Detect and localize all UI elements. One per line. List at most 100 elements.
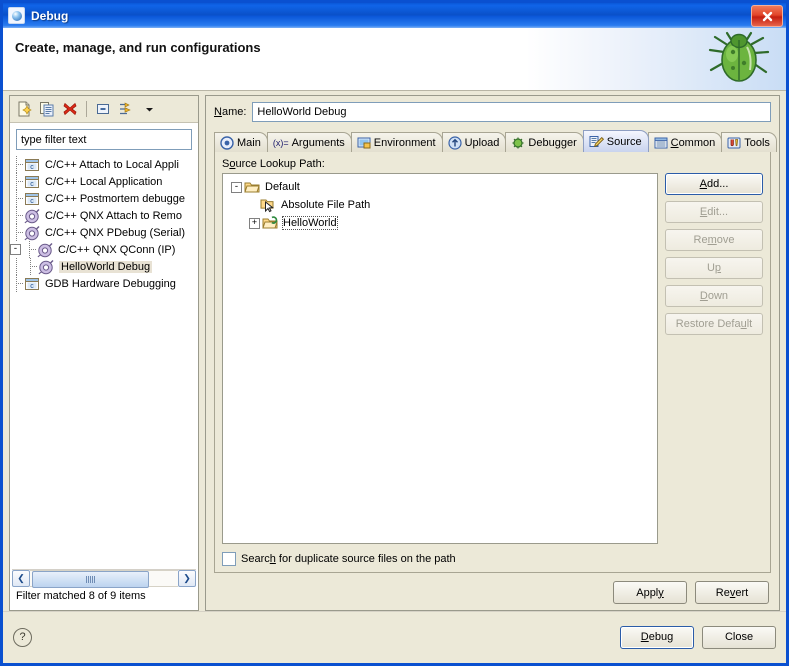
search-duplicates-row[interactable]: Search for duplicate source files on the… — [222, 552, 763, 566]
tab-main[interactable]: Main — [214, 132, 268, 152]
source-lookup-path-label: Source Lookup Path: — [222, 158, 763, 170]
edit-button: Edit... — [665, 201, 763, 223]
tab-environment[interactable]: Environment — [351, 132, 443, 152]
tree-item-label: C/C++ QNX QConn (IP) — [58, 244, 175, 256]
tree-item-c-c-local-application[interactable]: cC/C++ Local Application — [10, 173, 198, 190]
source-lookup-tree[interactable]: - Default Absolute File Path + HelloWorld — [222, 173, 658, 544]
filter-status: Filter matched 8 of 9 items — [10, 587, 198, 610]
folder-open-icon — [244, 179, 260, 195]
filter-icon[interactable] — [116, 99, 136, 119]
footer-separator — [3, 611, 786, 612]
qnx-config-icon — [38, 259, 54, 275]
source-expander[interactable]: + — [249, 218, 260, 229]
tree-indent — [10, 156, 24, 173]
tree-horizontal-scrollbar[interactable]: ❮ ❯ — [12, 569, 196, 587]
tab-label: Source — [607, 136, 642, 148]
tree-item-label: C/C++ QNX PDebug (Serial) — [45, 227, 185, 239]
configurations-tree[interactable]: cC/C++ Attach to Local ApplicC/C++ Local… — [10, 154, 198, 567]
source-item-label: Default — [265, 181, 300, 193]
tree-item-helloworld-debug[interactable]: HelloWorld Debug — [10, 258, 198, 275]
source-lookup-row: - Default Absolute File Path + HelloWorld Ad… — [222, 173, 763, 544]
source-item-label: HelloWorld — [283, 217, 337, 229]
apply-revert-row: Apply Revert — [214, 581, 771, 604]
tree-indent — [10, 173, 24, 190]
tab-label: Tools — [744, 137, 770, 149]
tree-indent — [10, 224, 24, 241]
qnx-config-icon — [24, 208, 40, 224]
filter-input-value: type filter text — [21, 134, 86, 146]
green-bug-icon — [706, 30, 772, 91]
svg-text:c: c — [30, 198, 34, 205]
restore-default-button: Restore Default — [665, 313, 763, 335]
tree-item-c-c-qnx-attach-to-remo[interactable]: C/C++ QNX Attach to Remo — [10, 207, 198, 224]
tab-tools[interactable]: Tools — [721, 132, 777, 152]
tree-item-c-c-qnx-pdebug-serial[interactable]: C/C++ QNX PDebug (Serial) — [10, 224, 198, 241]
name-input[interactable]: HelloWorld Debug — [252, 102, 771, 122]
tab-upload[interactable]: Upload — [442, 132, 507, 152]
duplicate-configuration-icon[interactable] — [37, 99, 57, 119]
main-target-icon — [220, 136, 234, 150]
c-config-icon: c — [24, 191, 40, 207]
source-item-helloworld[interactable]: + HelloWorld — [226, 214, 654, 232]
apply-button[interactable]: Apply — [613, 581, 687, 604]
configurations-panel: type filter text cC/C++ Attach to Local … — [9, 95, 199, 611]
tree-guide — [23, 241, 37, 258]
scroll-right-arrow[interactable]: ❯ — [178, 570, 196, 587]
source-item-default[interactable]: - Default — [226, 178, 654, 196]
name-row: Name: HelloWorld Debug — [214, 102, 771, 122]
new-configuration-icon[interactable] — [14, 99, 34, 119]
tab-label: Arguments — [292, 137, 345, 149]
tree-item-label: C/C++ Postmortem debugge — [45, 193, 185, 205]
search-duplicates-checkbox[interactable] — [222, 552, 236, 566]
help-question-icon[interactable]: ? — [13, 628, 32, 647]
toolbar-separator — [86, 101, 87, 117]
tab-label: Main — [237, 137, 261, 149]
page-title: Create, manage, and run configurations — [15, 40, 261, 55]
source-tab-panel: Source Lookup Path: - Default Absolute Fil… — [214, 152, 771, 573]
tree-item-label: C/C++ QNX Attach to Remo — [45, 210, 182, 222]
tree-item-c-c-postmortem-debugge[interactable]: c C/C++ Postmortem debugge — [10, 190, 198, 207]
close-button[interactable]: Close — [702, 626, 776, 649]
debug-dialog: Debug Create, manage, and run configurat… — [0, 0, 789, 666]
close-icon[interactable] — [751, 5, 783, 27]
source-item-absolute-file-path[interactable]: Absolute File Path — [226, 196, 654, 214]
tree-guide — [10, 275, 24, 292]
debug-button[interactable]: Debug — [620, 626, 694, 649]
scrollbar-thumb[interactable] — [32, 571, 149, 588]
tree-indent — [10, 275, 24, 292]
tree-item-label: HelloWorld Debug — [59, 261, 152, 273]
tab-label: Upload — [465, 137, 500, 149]
tree-guide — [10, 224, 24, 241]
collapse-all-icon[interactable] — [93, 99, 113, 119]
chevron-down-icon[interactable] — [139, 99, 159, 119]
scrollbar-grip — [86, 576, 95, 583]
tab-arguments[interactable]: (x)=Arguments — [267, 132, 352, 152]
debugger-icon — [511, 136, 525, 150]
tree-indent — [10, 207, 24, 224]
tree-item-c-c-attach-to-local-appli[interactable]: cC/C++ Attach to Local Appli — [10, 156, 198, 173]
project-folder-icon — [262, 215, 278, 231]
tree-item-c-c-qnx-qconn-ip[interactable]: - C/C++ QNX QConn (IP) — [10, 241, 198, 258]
debug-sphere-icon — [8, 7, 25, 24]
qnx-config-icon — [37, 242, 53, 258]
tree-expander[interactable]: - — [10, 244, 21, 255]
tab-bar: Main (x)=ArgumentsEnvironment Upload Debugg… — [214, 130, 771, 152]
scrollbar-track[interactable] — [30, 570, 178, 587]
revert-button[interactable]: Revert — [695, 581, 769, 604]
source-expander[interactable]: - — [231, 182, 242, 193]
tab-common[interactable]: Common — [648, 132, 723, 152]
tab-source[interactable]: Source — [583, 130, 649, 152]
scroll-left-arrow[interactable]: ❮ — [12, 570, 30, 587]
filter-input[interactable]: type filter text — [16, 129, 192, 150]
tree-guide — [10, 207, 24, 224]
svg-text:c: c — [30, 164, 34, 171]
add-button[interactable]: Add... — [665, 173, 763, 195]
dialog-footer: ? Debug Close — [3, 611, 786, 663]
remove-button: Remove — [665, 229, 763, 251]
tree-guide — [10, 173, 24, 190]
search-duplicates-label: Search for duplicate source files on the… — [241, 553, 456, 565]
delete-configuration-icon[interactable] — [60, 99, 80, 119]
svg-text:c: c — [30, 181, 34, 188]
tree-item-gdb-hardware-debugging[interactable]: cGDB Hardware Debugging — [10, 275, 198, 292]
tab-debugger[interactable]: Debugger — [505, 132, 583, 152]
